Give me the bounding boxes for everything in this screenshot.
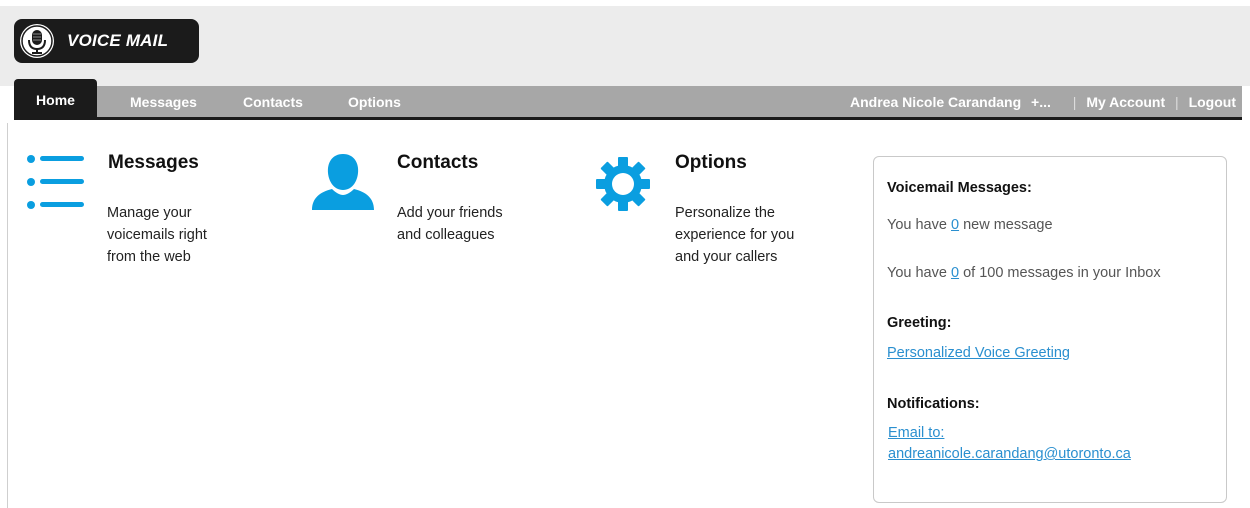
user-more[interactable]: +... [1031, 94, 1051, 110]
email-address-link[interactable]: andreanicole.carandang@utoronto.ca [888, 446, 1131, 462]
desc-line: voicemails right [107, 227, 207, 243]
greeting-heading: Greeting: [887, 315, 952, 331]
desc-line: Manage your [107, 205, 192, 221]
voicemail-logo[interactable]: VOICE MAIL [14, 19, 199, 63]
new-message-count-link[interactable]: 0 [951, 217, 959, 233]
desc-line: and your callers [675, 249, 778, 265]
user-name[interactable]: Andrea Nicole Carandang [850, 94, 1021, 110]
desc-line: Personalize the [675, 205, 775, 221]
feature-description: Add your friends and colleagues [397, 202, 567, 246]
inbox-count-link[interactable]: 0 [951, 265, 959, 281]
inbox-prefix: You have [887, 265, 947, 281]
notifications-heading: Notifications: [887, 396, 980, 412]
new-messages-text: You have 0 new message [887, 217, 1053, 233]
gear-icon [595, 156, 651, 217]
feature-description: Personalize the experience for you and y… [675, 202, 845, 268]
feature-description: Manage your voicemails right from the we… [107, 202, 267, 268]
content-left-border [7, 123, 8, 508]
voicemail-messages-heading: Voicemail Messages: [887, 180, 1032, 196]
inbox-suffix: of 100 messages in your Inbox [963, 265, 1161, 281]
feature-title[interactable]: Options [675, 152, 747, 174]
feature-title[interactable]: Messages [108, 152, 199, 174]
tab-contacts[interactable]: Contacts [243, 86, 303, 117]
feature-title[interactable]: Contacts [397, 152, 478, 174]
nav-separator: | [1072, 94, 1077, 110]
new-suffix: new message [963, 217, 1053, 233]
inbox-count-text: You have 0 of 100 messages in your Inbox [887, 265, 1161, 281]
brand-title: VOICE MAIL [67, 31, 169, 50]
tab-options[interactable]: Options [348, 86, 401, 117]
new-prefix: You have [887, 217, 947, 233]
desc-line: and colleagues [397, 227, 495, 243]
my-account-link[interactable]: My Account [1086, 94, 1165, 110]
greeting-link[interactable]: Personalized Voice Greeting [887, 345, 1070, 361]
logout-link[interactable]: Logout [1189, 94, 1236, 110]
person-icon [310, 152, 376, 217]
user-menu: Andrea Nicole Carandang +... | My Accoun… [850, 86, 1236, 117]
tab-messages[interactable]: Messages [130, 86, 197, 117]
microphone-icon [20, 24, 54, 58]
header-band: VOICE MAIL [0, 0, 1250, 86]
tab-home[interactable]: Home [14, 79, 97, 117]
desc-line: experience for you [675, 227, 795, 243]
list-icon [26, 154, 88, 215]
main-nav: Home Messages Contacts Options Andrea Ni… [14, 79, 1242, 120]
desc-line: from the web [107, 249, 191, 265]
desc-line: Add your friends [397, 205, 503, 221]
voicemail-summary-panel: Voicemail Messages: You have 0 new messa… [873, 156, 1227, 503]
email-label-link[interactable]: Email to: [888, 425, 944, 441]
nav-separator: | [1175, 94, 1179, 110]
